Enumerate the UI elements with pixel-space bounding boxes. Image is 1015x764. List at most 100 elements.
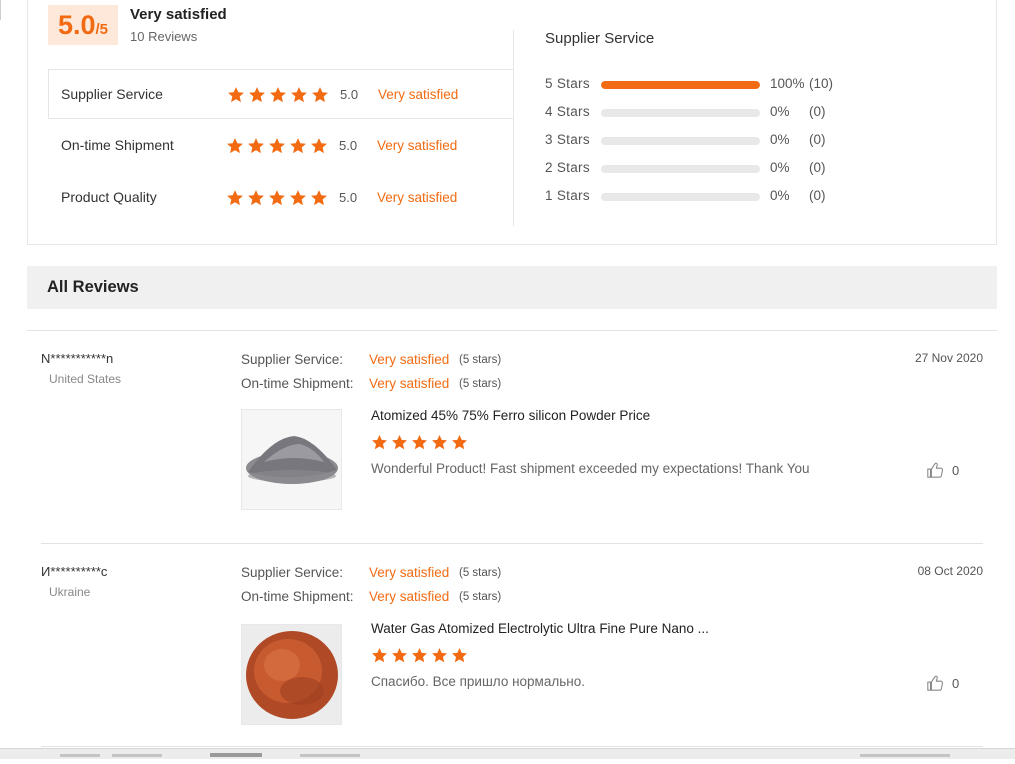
overall-score: 5.0 xyxy=(57,10,96,40)
star-icon xyxy=(290,138,306,154)
divider xyxy=(41,543,983,544)
supplier-service-stars-text: (5 stars) xyxy=(459,567,502,579)
distribution-count: (0) xyxy=(809,188,826,203)
review-comment: Спасибо. Все пришло нормально. xyxy=(371,674,585,689)
category-score: 5.0 xyxy=(339,190,358,205)
overall-score-max: /5 xyxy=(95,21,109,38)
distribution-row-1-stars: 1 Stars 0% (0) xyxy=(545,186,845,206)
shipment-stars-text: (5 stars) xyxy=(459,591,502,603)
distribution-label: 5 Stars xyxy=(545,76,590,91)
reviewer-country: Ukraine xyxy=(49,585,91,599)
edge-line xyxy=(0,0,1,20)
distribution-label: 2 Stars xyxy=(545,160,590,175)
distribution-percent: 0% xyxy=(770,104,790,119)
distribution-title: Supplier Service xyxy=(545,30,655,47)
category-name: Supplier Service xyxy=(61,86,163,102)
product-thumbnail[interactable] xyxy=(241,624,342,725)
category-name: On-time Shipment xyxy=(61,137,174,153)
category-stars xyxy=(227,86,329,104)
star-icon xyxy=(290,190,306,206)
product-thumbnail[interactable] xyxy=(241,409,342,510)
review-date: 27 Nov 2020 xyxy=(914,351,983,365)
star-icon xyxy=(392,435,407,450)
distribution-count: (10) xyxy=(809,76,834,91)
reviews-count: 10 Reviews xyxy=(130,29,198,44)
review-stars xyxy=(371,647,468,664)
shipment-value: Very satisfied xyxy=(369,589,450,604)
category-row-supplier-service[interactable]: Supplier Service 5.0 Very satisfied xyxy=(48,69,513,119)
shipment-label: On-time Shipment: xyxy=(241,589,354,604)
shipment-value: Very satisfied xyxy=(369,376,450,391)
star-icon xyxy=(311,138,327,154)
distribution-count: (0) xyxy=(809,132,826,147)
divider xyxy=(27,330,997,331)
product-image-gray-powder xyxy=(242,410,341,509)
reviewer-country: United States xyxy=(49,372,122,386)
review-date: 08 Oct 2020 xyxy=(917,564,983,578)
like-button[interactable]: 0 xyxy=(926,674,959,692)
horizontal-scrollbar[interactable] xyxy=(0,748,1015,759)
star-icon xyxy=(452,435,467,450)
divider xyxy=(41,746,983,747)
distribution-bar xyxy=(601,137,760,145)
review-item: N***********n United States Supplier Ser… xyxy=(0,351,1015,551)
reviewer-name: И**********c xyxy=(41,564,108,579)
star-icon xyxy=(270,87,286,103)
like-button[interactable]: 0 xyxy=(926,461,959,479)
column-divider xyxy=(513,30,514,226)
supplier-service-label: Supplier Service: xyxy=(241,565,344,580)
scrollbar-track-segment xyxy=(112,754,162,757)
panel-border-right xyxy=(996,0,997,245)
star-icon xyxy=(432,435,447,450)
distribution-percent: 0% xyxy=(770,188,790,203)
supplier-service-value: Very satisfied xyxy=(369,352,450,367)
star-icon xyxy=(392,648,407,663)
category-rating-text: Very satisfied xyxy=(377,190,458,205)
star-icon xyxy=(227,190,243,206)
distribution-count: (0) xyxy=(809,160,826,175)
distribution-label: 1 Stars xyxy=(545,188,590,203)
star-icon xyxy=(412,435,427,450)
distribution-percent: 100% xyxy=(770,76,805,91)
thumbs-up-icon xyxy=(927,675,944,691)
scrollbar-thumb[interactable] xyxy=(210,753,262,757)
star-icon xyxy=(269,138,285,154)
category-stars xyxy=(226,137,328,155)
star-icon xyxy=(249,87,265,103)
star-icon xyxy=(248,190,264,206)
star-icon xyxy=(452,648,467,663)
scrollbar-track-segment xyxy=(300,754,360,757)
distribution-label: 3 Stars xyxy=(545,132,590,147)
category-rating-text: Very satisfied xyxy=(377,138,458,153)
distribution-row-5-stars: 5 Stars 100% (10) xyxy=(545,74,845,94)
thumbs-up-icon xyxy=(927,462,944,478)
panel-border-bottom xyxy=(27,244,997,245)
like-count: 0 xyxy=(952,675,960,691)
distribution-count: (0) xyxy=(809,104,826,119)
shipment-label: On-time Shipment: xyxy=(241,376,354,391)
scrollbar-track-segment xyxy=(860,754,950,757)
distribution-label: 4 Stars xyxy=(545,104,590,119)
review-comment: Wonderful Product! Fast shipment exceede… xyxy=(371,461,810,476)
reviewer-name: N***********n xyxy=(41,351,114,366)
product-name-link[interactable]: Water Gas Atomized Electrolytic Ultra Fi… xyxy=(371,621,709,636)
supplier-service-label: Supplier Service: xyxy=(241,352,344,367)
panel-border-left xyxy=(27,0,28,245)
product-image-copper-powder xyxy=(242,625,341,724)
overall-rating-label: Very satisfied xyxy=(130,6,227,23)
category-row-product-quality[interactable]: Product Quality 5.0 Very satisfied xyxy=(48,173,513,223)
scrollbar-track-segment xyxy=(60,754,100,757)
shipment-stars-text: (5 stars) xyxy=(459,378,502,390)
category-rating-text: Very satisfied xyxy=(378,87,459,102)
distribution-percent: 0% xyxy=(770,160,790,175)
category-stars xyxy=(226,189,328,207)
star-icon xyxy=(248,138,264,154)
distribution-bar-fill xyxy=(601,81,760,89)
star-icon xyxy=(228,87,244,103)
all-reviews-header: All Reviews xyxy=(27,266,997,309)
category-row-on-time-shipment[interactable]: On-time Shipment 5.0 Very satisfied xyxy=(48,121,513,171)
star-icon xyxy=(432,648,447,663)
star-icon xyxy=(291,87,307,103)
product-name-link[interactable]: Atomized 45% 75% Ferro silicon Powder Pr… xyxy=(371,408,650,423)
review-item: И**********c Ukraine Supplier Service: V… xyxy=(0,564,1015,764)
